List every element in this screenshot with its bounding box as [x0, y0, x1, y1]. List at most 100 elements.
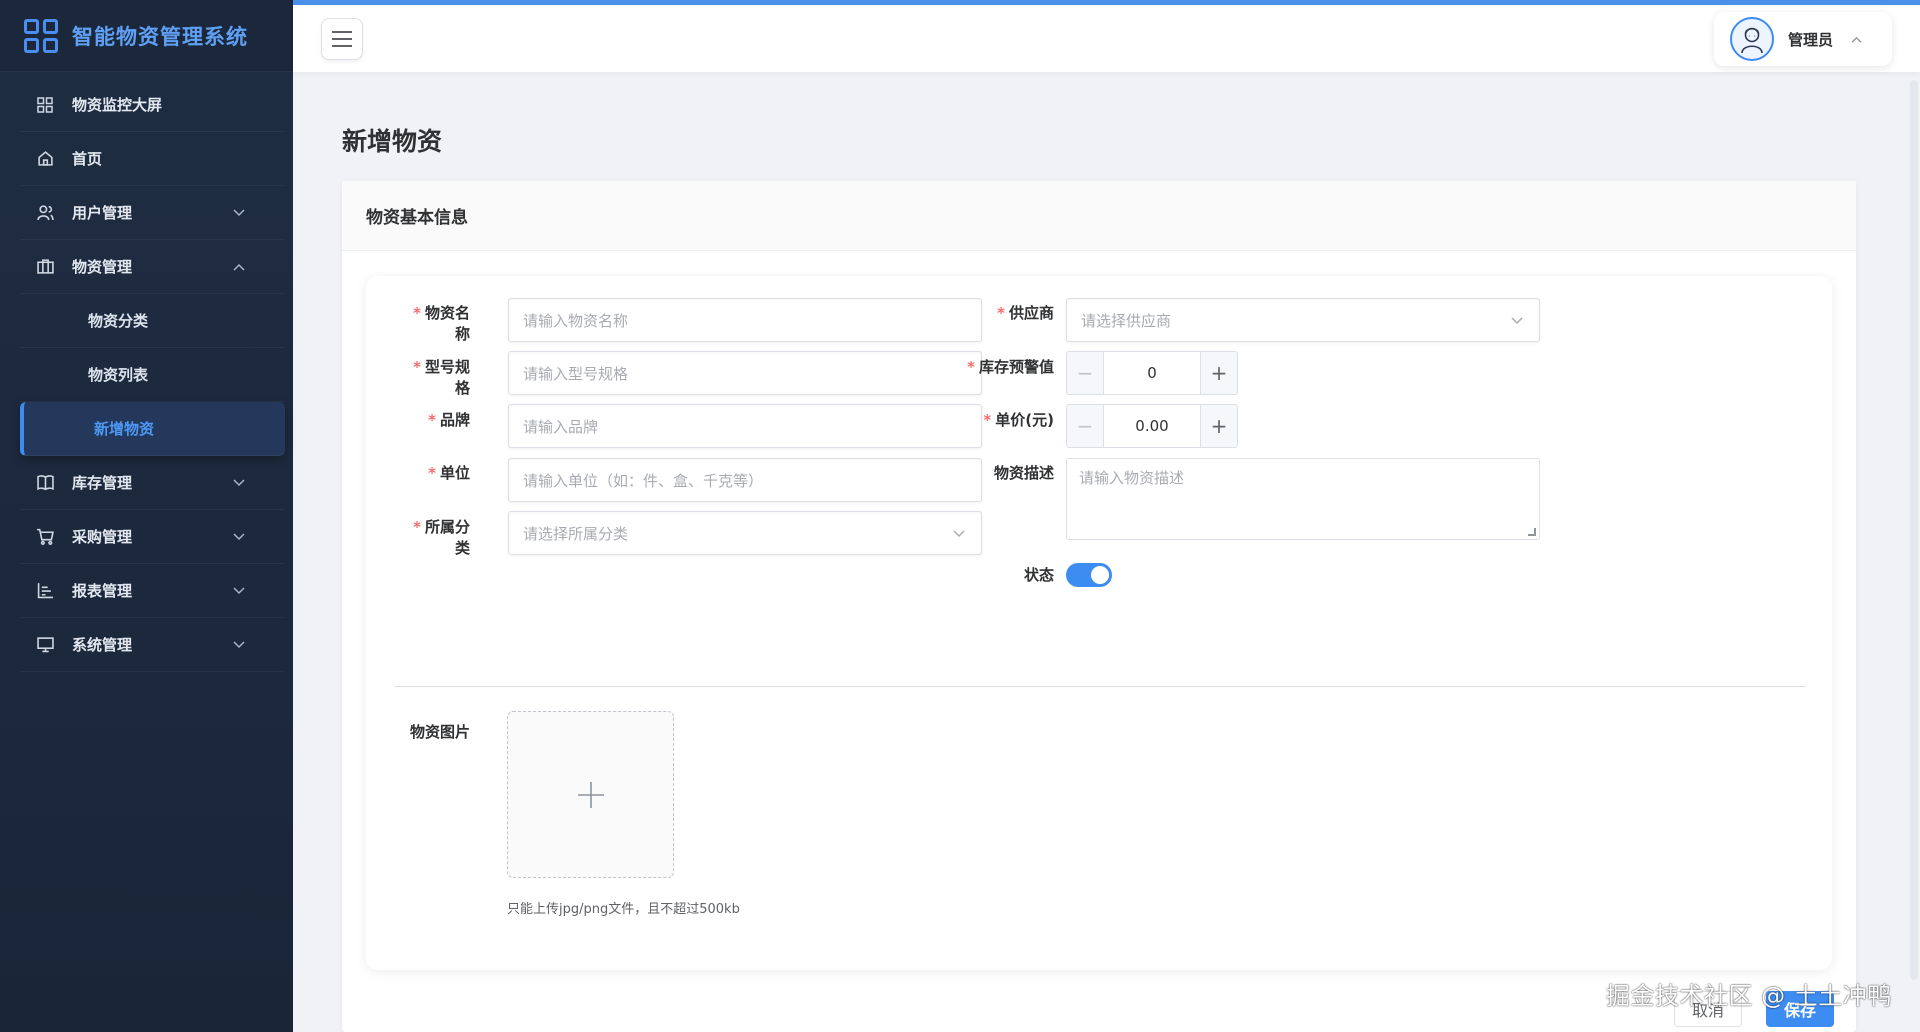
unit-label: * 单位 [428, 464, 470, 482]
sidebar-item-inventory-management[interactable]: 库存管理 [20, 456, 285, 510]
price-label: * 单价(元) [983, 411, 1054, 429]
user-name: 管理员 [1788, 30, 1834, 49]
sidebar-subitem-add-material[interactable]: 新增物资 [20, 402, 285, 456]
plus-icon [577, 781, 604, 808]
material-form: * 物资名称 请输入物资名称 * 型号规格 请输入型号规格 * 品牌 请输入品牌 * 单… [366, 276, 1832, 970]
card-title: 物资基本信息 [342, 181, 1856, 251]
sidebar-item-label: 库存管理 [72, 474, 133, 492]
sidebar-toggle-button[interactable] [321, 18, 363, 60]
category-label: * 所属分类 [413, 518, 470, 557]
description-label-text: 物资描述 [993, 464, 1054, 482]
unit-label-text: 单位 [439, 464, 470, 482]
description-placeholder: 请输入物资描述 [1079, 469, 1185, 487]
model-label-text: 型号规格 [424, 358, 470, 397]
sidebar: 智能物资管理系统 物资监控大屏 首页 用户管理 物资管理 物资分类 物资列表 新… [0, 0, 293, 1032]
chevron-down-icon [233, 206, 245, 220]
sidebar-subitem-label: 新增物资 [94, 420, 155, 438]
sidebar-subitem-material-list[interactable]: 物资列表 [20, 348, 285, 402]
increment-button[interactable]: + [1200, 404, 1238, 448]
brand-input[interactable]: 请输入品牌 [508, 404, 982, 448]
increment-button[interactable]: + [1200, 351, 1238, 395]
supplier-label-text: 供应商 [1008, 304, 1054, 322]
stock-alert-value[interactable]: 0 [1104, 351, 1200, 395]
name-placeholder: 请输入物资名称 [523, 311, 629, 330]
sidebar-item-purchase-management[interactable]: 采购管理 [20, 510, 285, 564]
model-input[interactable]: 请输入型号规格 [508, 351, 982, 395]
status-toggle[interactable] [1066, 563, 1112, 587]
category-placeholder: 请选择所属分类 [523, 524, 629, 543]
menu-icon-line [332, 38, 352, 40]
page-scrollbar[interactable] [1910, 80, 1918, 980]
app-logo-icon [24, 18, 58, 53]
sidebar-subitem-material-category[interactable]: 物资分类 [20, 294, 285, 348]
chevron-down-icon [1511, 311, 1523, 329]
category-select[interactable]: 请选择所属分类 [508, 511, 982, 555]
image-label: 物资图片 [406, 721, 470, 742]
cart-icon [36, 528, 54, 546]
decrement-button[interactable]: − [1066, 404, 1104, 448]
image-label-text: 物资图片 [409, 723, 470, 741]
top-bar: 管理员 [293, 0, 1920, 72]
sidebar-item-label: 系统管理 [72, 636, 133, 654]
category-label-text: 所属分类 [424, 518, 470, 557]
decrement-button[interactable]: − [1066, 351, 1104, 395]
sidebar-item-label: 用户管理 [72, 204, 133, 222]
chevron-up-icon [233, 260, 245, 274]
users-icon [36, 204, 54, 222]
brand-label: * 品牌 [428, 411, 470, 429]
status-label: 状态 [944, 564, 1054, 585]
supplier-select[interactable]: 请选择供应商 [1066, 298, 1540, 342]
price-value[interactable]: 0.00 [1104, 404, 1200, 448]
chevron-down-icon [233, 530, 245, 544]
chevron-down-icon [953, 524, 965, 542]
description-label: 物资描述 [944, 462, 1054, 483]
menu-icon-line [332, 31, 352, 33]
price-stepper[interactable]: − 0.00 + [1066, 404, 1238, 448]
monitor-icon [36, 636, 54, 654]
watermark: 掘金技术社区 @ 土土冲鸭 [1606, 982, 1892, 1010]
book-icon [36, 474, 54, 492]
image-upload-area[interactable] [507, 711, 674, 878]
sidebar-item-system-management[interactable]: 系统管理 [20, 618, 285, 672]
name-input[interactable]: 请输入物资名称 [508, 298, 982, 342]
sidebar-item-user-management[interactable]: 用户管理 [20, 186, 285, 240]
chevron-down-icon [233, 638, 245, 652]
chevron-down-icon [233, 584, 245, 598]
toggle-knob [1091, 566, 1109, 584]
upload-tip: 只能上传jpg/png文件，且不超过500kb [507, 902, 740, 917]
stock-alert-label-text: 库存预警值 [978, 358, 1054, 376]
chevron-down-icon [233, 476, 245, 490]
menu-icon-line [332, 45, 352, 47]
stock-alert-stepper[interactable]: − 0 + [1066, 351, 1238, 395]
sidebar-item-home[interactable]: 首页 [20, 132, 285, 186]
form-divider [394, 686, 1806, 687]
grid-icon [36, 96, 54, 114]
stock-alert-label: * 库存预警值 [967, 358, 1054, 376]
app-title: 智能物资管理系统 [72, 24, 248, 49]
name-label-text: 物资名称 [424, 304, 470, 343]
status-label-text: 状态 [1023, 566, 1054, 584]
brand: 智能物资管理系统 [0, 0, 293, 72]
page-title: 新增物资 [342, 127, 443, 156]
user-avatar-icon [1730, 17, 1774, 61]
basic-info-card: 物资基本信息 * 物资名称 请输入物资名称 * 型号规格 请输入型号规格 * 品牌 请… [342, 181, 1856, 1032]
resize-handle-icon[interactable] [1528, 528, 1536, 536]
sidebar-item-label: 物资管理 [72, 258, 133, 276]
unit-input[interactable]: 请输入单位（如：件、盒、千克等） [508, 458, 982, 502]
price-label-text: 单价(元) [995, 411, 1054, 429]
brand-label-text: 品牌 [439, 411, 470, 429]
sidebar-item-material-management[interactable]: 物资管理 [20, 240, 285, 294]
briefcase-icon [36, 258, 54, 276]
sidebar-item-label: 报表管理 [72, 582, 133, 600]
sidebar-item-report-management[interactable]: 报表管理 [20, 564, 285, 618]
brand-placeholder: 请输入品牌 [523, 417, 599, 436]
chart-icon [36, 582, 54, 600]
sidebar-item-label: 物资监控大屏 [72, 96, 163, 114]
sidebar-item-monitor-screen[interactable]: 物资监控大屏 [20, 78, 285, 132]
supplier-placeholder: 请选择供应商 [1081, 311, 1172, 330]
unit-placeholder: 请输入单位（如：件、盒、千克等） [523, 471, 764, 490]
name-label: * 物资名称 [413, 304, 470, 343]
user-dropdown[interactable]: 管理员 [1714, 12, 1892, 66]
description-textarea[interactable]: 请输入物资描述 [1066, 458, 1540, 540]
home-icon [36, 150, 54, 168]
